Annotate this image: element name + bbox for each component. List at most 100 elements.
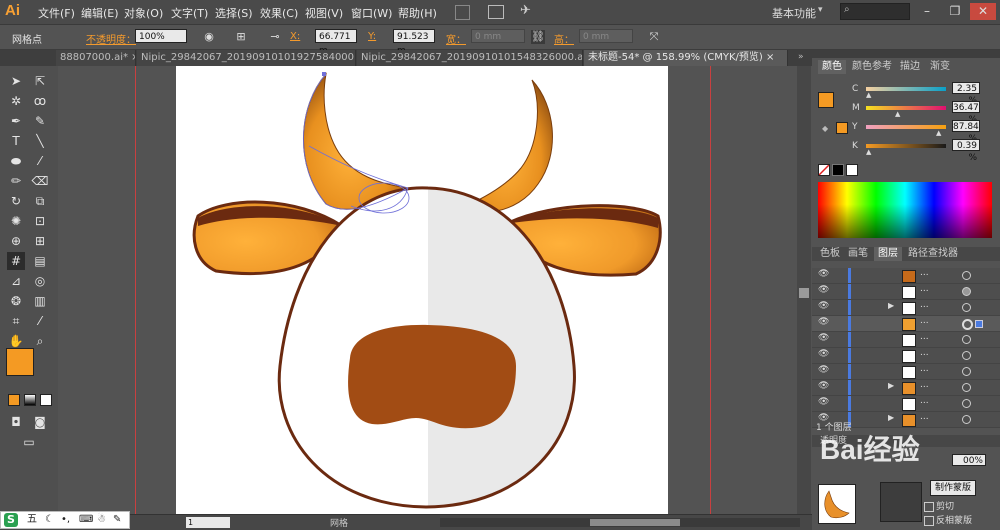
fill-swatch[interactable]: [6, 348, 34, 376]
line-tool-icon[interactable]: ╲: [31, 132, 49, 150]
direct-selection-tool-icon[interactable]: ⇱: [31, 72, 49, 90]
scale-tool-icon[interactable]: ⧉: [31, 192, 49, 210]
artboard[interactable]: [176, 66, 668, 514]
tab-brushes[interactable]: 画笔: [844, 247, 872, 261]
mask-thumbnail[interactable]: [880, 482, 922, 522]
layer-row[interactable]: 👁 ...: [812, 348, 1000, 364]
cow-illustration[interactable]: [176, 66, 668, 514]
h-scroll-thumb[interactable]: [590, 519, 680, 526]
gradient-mode-icon[interactable]: [24, 394, 36, 406]
y-input[interactable]: 91.523 m: [393, 29, 435, 56]
lasso-tool-icon[interactable]: ꝏ: [31, 92, 49, 110]
layer-row[interactable]: 👁 ...: [812, 332, 1000, 348]
layer-name[interactable]: ...: [920, 412, 929, 422]
target-icon[interactable]: [962, 335, 971, 344]
layer-name[interactable]: ...: [920, 380, 929, 390]
gpu-icon[interactable]: ✈: [520, 3, 531, 18]
layer-name[interactable]: ...: [920, 364, 929, 374]
layer-row[interactable]: 👁 ...: [812, 268, 1000, 284]
layer-name[interactable]: ...: [920, 332, 929, 342]
tab-swatches[interactable]: 色板: [816, 247, 844, 261]
height-input[interactable]: 0 mm: [579, 29, 633, 43]
target-icon-active[interactable]: [962, 319, 973, 330]
menu-edit[interactable]: 编辑(E): [81, 5, 119, 21]
target-icon[interactable]: [962, 303, 971, 312]
visibility-icon[interactable]: 👁: [818, 349, 829, 359]
layer-row[interactable]: 👁 ▶ ...: [812, 300, 1000, 316]
layer-row[interactable]: 👁 ...: [812, 364, 1000, 380]
anchor-icon[interactable]: ⊸: [268, 30, 282, 44]
channel-y-value[interactable]: 87.84 %: [952, 120, 980, 144]
none-swatch[interactable]: [818, 164, 830, 176]
channel-k-value[interactable]: 0.39 %: [952, 139, 980, 163]
eraser-tool-icon[interactable]: ⌫: [31, 172, 49, 190]
color-fill-swatch[interactable]: [818, 92, 834, 108]
invert-mask-checkbox[interactable]: [924, 516, 934, 526]
visibility-icon[interactable]: 👁: [818, 269, 829, 279]
color-mode-icon[interactable]: [8, 394, 20, 406]
free-transform-tool-icon[interactable]: ⊡: [31, 212, 49, 230]
layer-name[interactable]: ...: [920, 348, 929, 358]
channel-m-slider[interactable]: [866, 106, 946, 110]
restore-button[interactable]: ❐: [942, 3, 968, 20]
channel-k-slider[interactable]: [866, 144, 946, 148]
target-icon[interactable]: [962, 399, 971, 408]
symbol-sprayer-tool-icon[interactable]: ❂: [7, 292, 25, 310]
channel-y-slider[interactable]: [866, 125, 946, 129]
search-input[interactable]: ⌕: [840, 3, 910, 20]
draw-mode-icon[interactable]: ◘: [7, 413, 25, 431]
clip-checkbox[interactable]: [924, 502, 934, 512]
layer-row[interactable]: 👁 ▶ ...: [812, 380, 1000, 396]
magic-wand-tool-icon[interactable]: ✲: [7, 92, 25, 110]
type-tool-icon[interactable]: T: [7, 132, 25, 150]
warp-tool-icon[interactable]: ✺: [7, 212, 25, 230]
minimize-button[interactable]: –: [914, 3, 940, 20]
draw-inside-icon[interactable]: ◙: [31, 413, 49, 431]
small-fill-swatch[interactable]: [836, 122, 848, 134]
menu-file[interactable]: 文件(F): [38, 5, 75, 21]
tab-color[interactable]: 颜色: [818, 60, 846, 74]
ime-punct-icon[interactable]: •,: [61, 512, 70, 528]
paintbrush-tool-icon[interactable]: ⁄: [31, 152, 49, 170]
selection-indicator[interactable]: [975, 320, 983, 328]
target-icon[interactable]: [962, 287, 971, 296]
artboard-number-field[interactable]: 1: [186, 517, 230, 528]
arrange-documents-icon[interactable]: [488, 5, 504, 19]
visibility-icon[interactable]: 👁: [818, 397, 829, 407]
out-of-gamut-icon[interactable]: ◆: [822, 124, 828, 133]
target-icon[interactable]: [962, 367, 971, 376]
expand-arrow-icon[interactable]: ▶: [888, 413, 894, 422]
layer-row-selected[interactable]: 👁 ...: [812, 316, 1000, 332]
opacity-input[interactable]: 100%: [135, 29, 187, 43]
blend-tool-icon[interactable]: ◎: [31, 272, 49, 290]
canvas-area[interactable]: [58, 66, 796, 514]
transform-icon[interactable]: ⤧: [647, 30, 661, 44]
close-button[interactable]: ✕: [970, 3, 996, 20]
tab-doc-active[interactable]: 未标题-54* @ 158.99% (CMYK/预览) ×: [584, 50, 788, 66]
menu-select[interactable]: 选择(S): [215, 5, 253, 21]
workspace-switcher[interactable]: 基本功能: [772, 5, 816, 21]
perspective-grid-tool-icon[interactable]: ⊞: [31, 232, 49, 250]
layer-row[interactable]: 👁 ...: [812, 284, 1000, 300]
menu-effect[interactable]: 效果(C): [260, 5, 298, 21]
channel-k-knob[interactable]: ▲: [866, 148, 871, 156]
width-input[interactable]: 0 mm: [471, 29, 525, 43]
expand-arrow-icon[interactable]: ▶: [888, 381, 894, 390]
artboard-tool-icon[interactable]: ⌗: [7, 312, 25, 330]
horizontal-scrollbar[interactable]: [440, 518, 800, 527]
channel-c-slider[interactable]: [866, 87, 946, 91]
expand-arrow-icon[interactable]: ▶: [888, 301, 894, 310]
selection-tool-icon[interactable]: ➤: [7, 72, 25, 90]
slice-tool-icon[interactable]: ⁄: [31, 312, 49, 330]
tab-layers[interactable]: 图层: [874, 247, 902, 261]
none-mode-icon[interactable]: [40, 394, 52, 406]
vertical-scrollbar[interactable]: [797, 66, 811, 514]
channel-y-knob[interactable]: ▲: [936, 129, 941, 137]
visibility-icon[interactable]: 👁: [818, 301, 829, 311]
channel-c-knob[interactable]: ▲: [866, 91, 871, 99]
screen-mode-icon[interactable]: ▭: [20, 433, 38, 451]
visibility-icon[interactable]: 👁: [818, 365, 829, 375]
gradient-tool-icon[interactable]: ▤: [31, 252, 49, 270]
pen-tool-icon[interactable]: ✒: [7, 112, 25, 130]
tab-stroke[interactable]: 描边: [896, 60, 924, 74]
